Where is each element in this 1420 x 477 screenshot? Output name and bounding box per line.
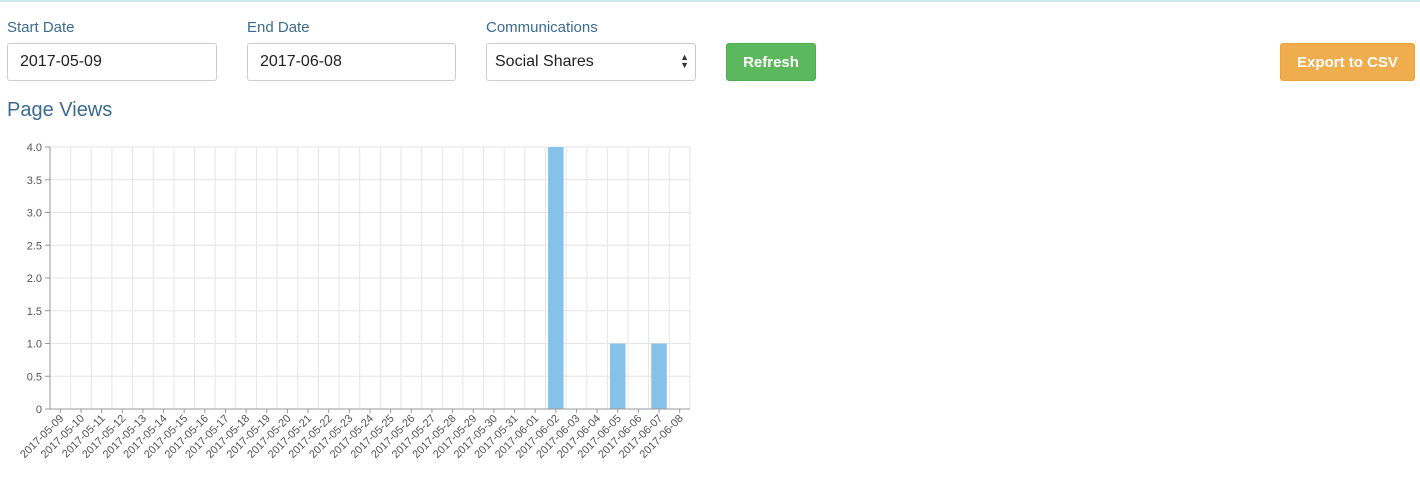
y-tick-label: 1.5 <box>27 306 42 318</box>
page-views-chart: 00.51.01.52.02.53.03.54.02017-05-092017-… <box>18 142 691 461</box>
start-date-label: Start Date <box>7 19 75 36</box>
bar-2017-06-05 <box>610 343 626 409</box>
y-tick-label: 4.0 <box>27 142 42 154</box>
y-tick-label: 2.5 <box>27 240 42 252</box>
end-date-input[interactable] <box>248 44 455 80</box>
y-tick-label: 3.5 <box>27 175 42 187</box>
top-border <box>0 0 1420 2</box>
communications-selected-value: Social Shares <box>495 53 594 70</box>
refresh-button[interactable]: Refresh <box>726 43 816 81</box>
export-csv-button[interactable]: Export to CSV <box>1280 43 1415 81</box>
page-views-title: Page Views <box>7 99 113 121</box>
communications-label: Communications <box>486 19 598 36</box>
start-date-input[interactable] <box>8 44 216 80</box>
bar-2017-06-07 <box>651 343 667 409</box>
y-tick-label: 0 <box>36 404 42 416</box>
y-tick-label: 2.0 <box>27 273 42 285</box>
y-tick-label: 0.5 <box>27 371 42 383</box>
start-date-group <box>7 43 217 81</box>
communications-select[interactable]: Social Shares ▲ ▼ <box>486 43 696 81</box>
end-date-label: End Date <box>247 19 310 36</box>
end-date-group <box>247 43 456 81</box>
bar-2017-06-02 <box>548 147 564 409</box>
select-arrows-icon: ▲ ▼ <box>680 52 689 70</box>
y-tick-label: 1.0 <box>27 339 42 351</box>
y-tick-label: 3.0 <box>27 208 42 220</box>
